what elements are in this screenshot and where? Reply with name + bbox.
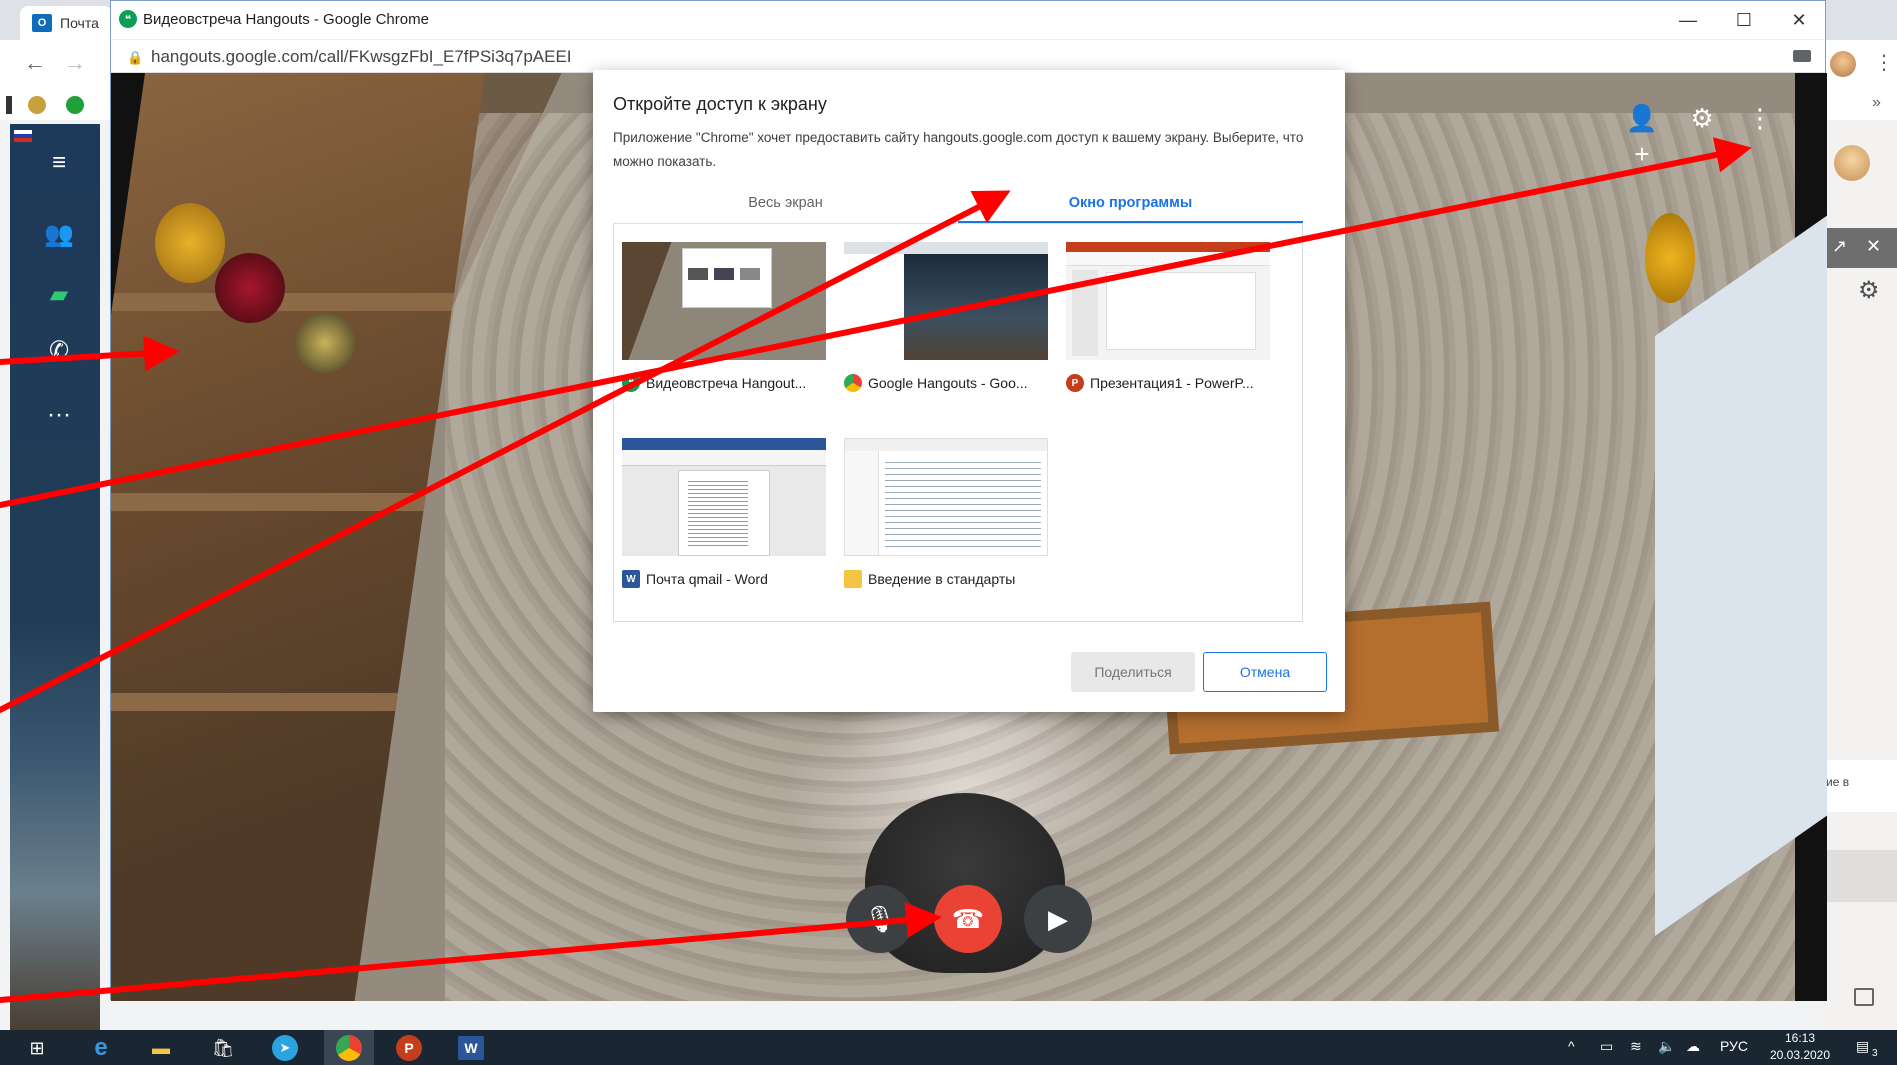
arrow-to-more-menu [0, 137, 1752, 508]
arrow-to-hangup [0, 902, 942, 1003]
arrow-to-window-tab [0, 190, 1011, 713]
annotation-arrows [0, 137, 1752, 1003]
arrow-to-shelf [0, 335, 180, 372]
